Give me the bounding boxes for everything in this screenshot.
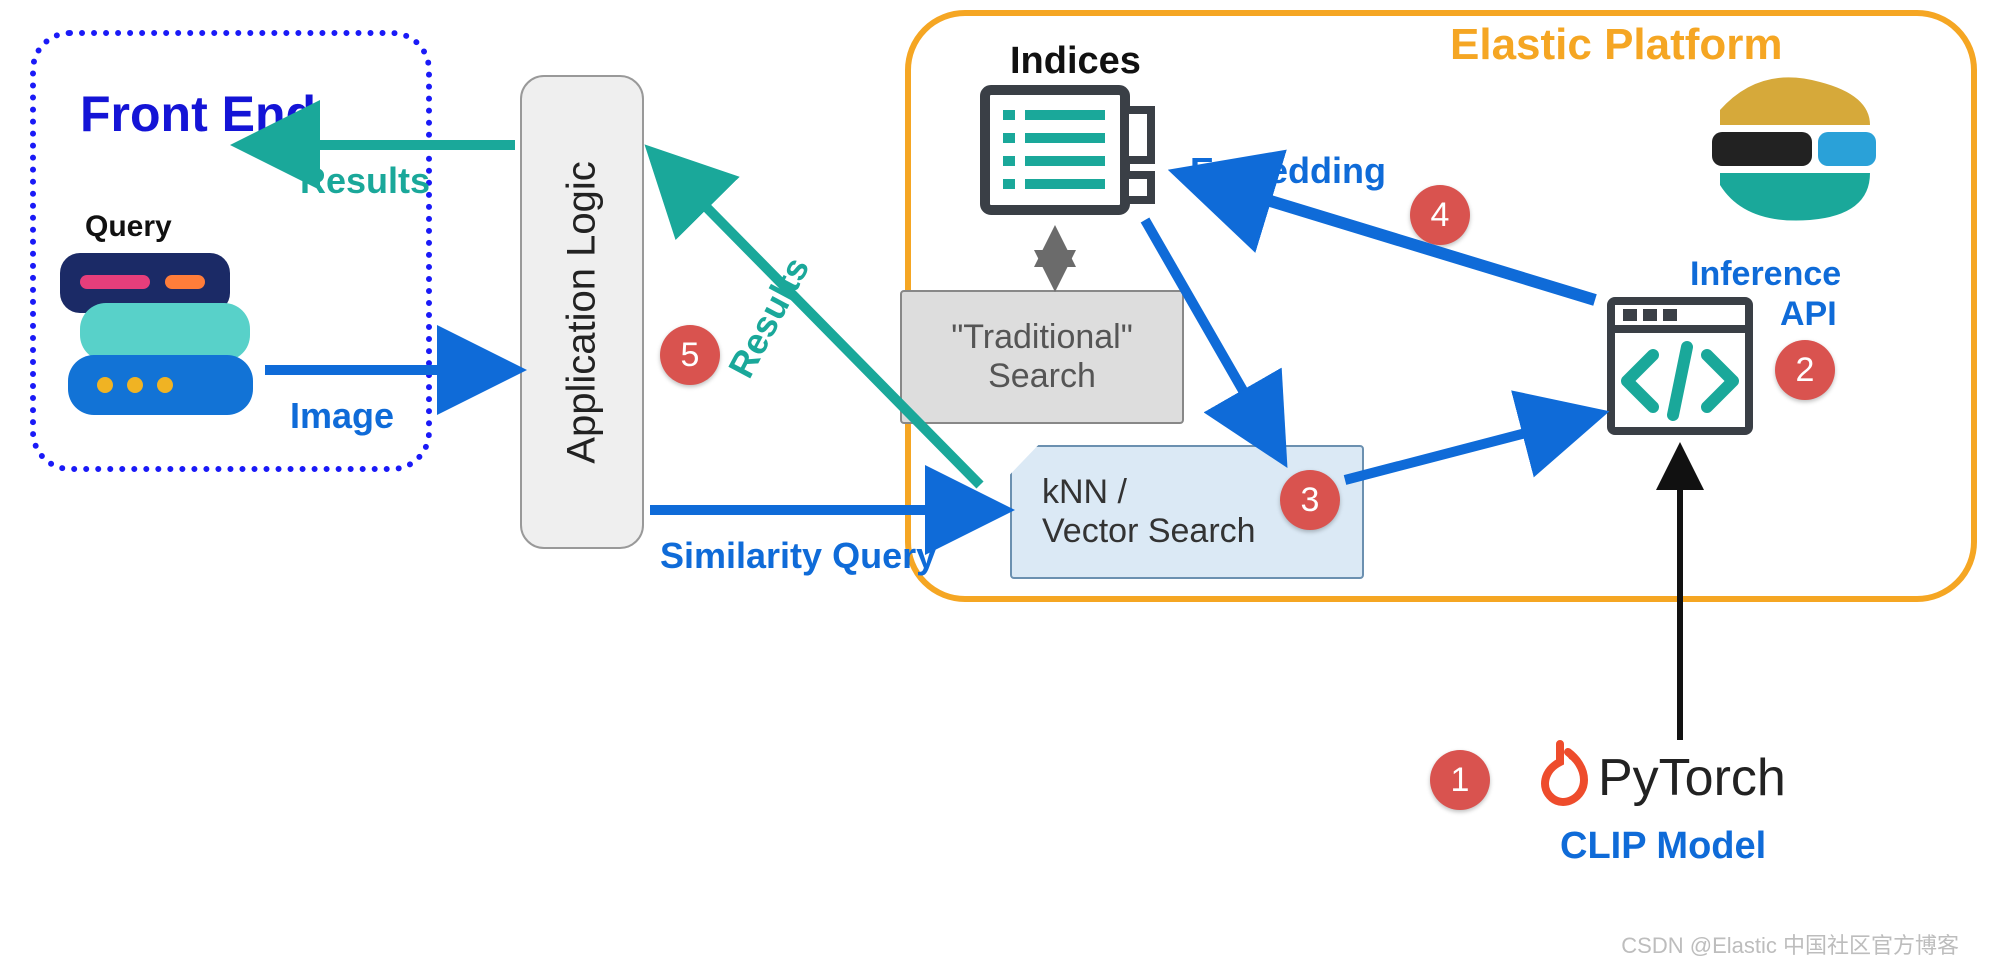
badge-5: 5 <box>660 325 720 385</box>
query-label: Query <box>85 210 172 244</box>
pytorch-flame-icon <box>1530 740 1590 815</box>
badge-3: 3 <box>1280 470 1340 530</box>
badge-4: 4 <box>1410 185 1470 245</box>
query-stack-icon <box>50 245 270 440</box>
inference-api-label-2: API <box>1780 295 1837 334</box>
clip-model-label: CLIP Model <box>1560 825 1766 868</box>
arrow-label-similarity-query: Similarity Query <box>660 535 936 577</box>
inference-api-icon <box>1605 295 1755 445</box>
badge-2: 2 <box>1775 340 1835 400</box>
arrow-label-image: Image <box>290 395 394 437</box>
pytorch-name: PyTorch <box>1598 748 1786 808</box>
inference-api-label-1: Inference <box>1690 255 1841 294</box>
arrow-label-results-diag: Results <box>720 250 818 385</box>
pytorch-row: PyTorch <box>1530 740 1786 815</box>
frontend-title: Front End <box>80 85 316 143</box>
traditional-search-line2: Search <box>988 357 1096 396</box>
elastic-logo-icon <box>1700 70 1890 235</box>
arrow-label-embedding: Embedding <box>1190 150 1386 192</box>
traditional-search-line1: "Traditional" <box>951 318 1133 357</box>
arrow-label-results-top: Results <box>300 160 430 202</box>
badge-1: 1 <box>1430 750 1490 810</box>
indices-label: Indices <box>1010 40 1141 83</box>
application-logic-label: Application Logic <box>560 161 605 463</box>
application-logic-box: Application Logic <box>520 75 644 549</box>
elastic-platform-title: Elastic Platform <box>1450 20 1783 70</box>
traditional-search-box: "Traditional" Search <box>900 290 1184 424</box>
watermark-text: CSDN @Elastic 中国社区官方博客 <box>1621 928 1959 960</box>
indices-icon <box>975 80 1175 235</box>
